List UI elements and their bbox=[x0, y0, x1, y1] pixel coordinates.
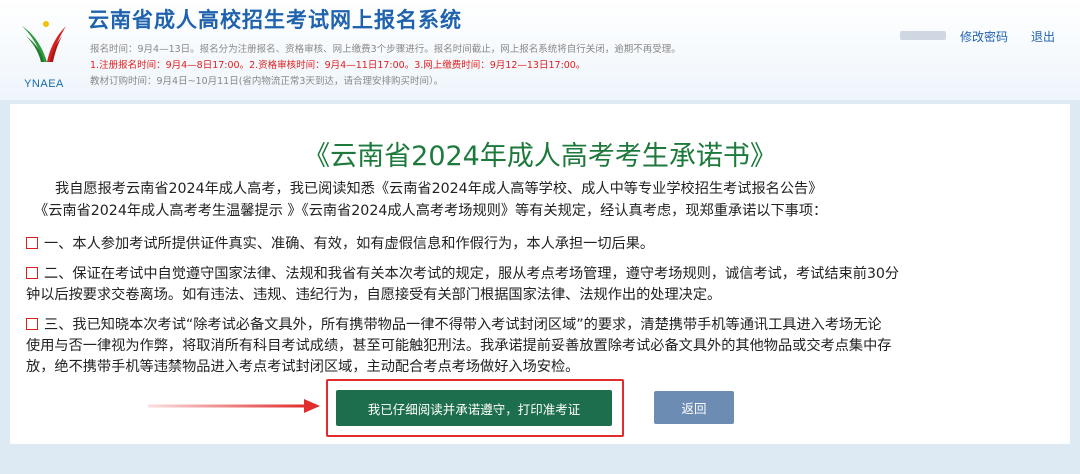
header: YNAEA 云南省成人高校招生考试网上报名系统 报名时间：9月4—13日。报名分… bbox=[0, 0, 1080, 100]
pledge-title: 《云南省2024年成人高考考生承诺书》 bbox=[303, 141, 777, 172]
pledge-item-2: 二、保证在考试中自觉遵守国家法律、法规和我省有关本次考试的规定，服从考点考场管理… bbox=[26, 264, 899, 285]
ynaea-logo: YNAEA bbox=[16, 20, 72, 98]
pledge-item-3-line-2: 使用与否一律视为作弊，将取消所有科目考试成绩，甚至可能触犯刑法。我承诺提前妥善放… bbox=[26, 338, 892, 354]
pledge-item-1: 一、本人参加考试所提供证件真实、准确、有效，如有虚假信息和作假行为，本人承担一切… bbox=[26, 234, 654, 255]
pledge-item-2-line-2: 钟以后按要求交卷离场。如有违法、违规、违纪行为，自愿接受有关部门根据国家法律、法… bbox=[26, 287, 722, 303]
notice-textbook-order: 教材订购时间：9月4日~10月11日(省内物流正常3天到达，请合理安排购买时间）… bbox=[90, 76, 444, 87]
notice-registration-period: 报名时间：9月4—13日。报名分为注册报名、资格审核、网上缴费3个步骤进行。报名… bbox=[90, 44, 681, 55]
item-1-text: 一、本人参加考试所提供证件真实、准确、有效，如有虚假信息和作假行为，本人承担一切… bbox=[44, 236, 655, 252]
notice-step-deadlines: 1.注册报名时间：9月4—8日17:00。2.资格审核时间：9月4—11日17:… bbox=[90, 60, 586, 71]
username-redacted bbox=[900, 31, 946, 40]
system-title: 云南省成人高校招生考试网上报名系统 bbox=[88, 8, 462, 32]
change-password-link[interactable]: 修改密码 bbox=[960, 28, 1008, 45]
pledge-item-3-line-3: 放，绝不携带手机等违禁物品进入考点考试封闭区域，主动配合考点考场做好入场安检。 bbox=[26, 359, 580, 375]
pledge-intro-line-2: 《云南省2024年成人高考考生温馨提示 》《云南省2024成人高考考场规则》等有… bbox=[34, 203, 828, 219]
pledge-intro-line-1: 我自愿报考云南省2024年成人高考，我已阅读知悉《云南省2024年成人高等学校、… bbox=[55, 181, 823, 197]
logout-link[interactable]: 退出 bbox=[1031, 28, 1055, 45]
logo-text: YNAEA bbox=[24, 78, 64, 90]
print-admission-ticket-button[interactable]: 我已仔细阅读并承诺遵守，打印准考证 bbox=[336, 390, 612, 426]
item-1-checkbox[interactable] bbox=[26, 237, 38, 249]
pledge-item-3: 三、我已知晓本次考试“除考试必备文具外，所有携带物品一律不得带入考试封闭区域”的… bbox=[26, 315, 882, 336]
red-arrow-annotation bbox=[148, 399, 320, 413]
item-3-text: 三、我已知晓本次考试“除考试必备文具外，所有携带物品一律不得带入考试封闭区域”的… bbox=[44, 317, 882, 333]
item-2-text: 二、保证在考试中自觉遵守国家法律、法规和我省有关本次考试的规定，服从考点考场管理… bbox=[44, 266, 900, 282]
item-3-checkbox[interactable] bbox=[26, 318, 38, 330]
item-2-checkbox[interactable] bbox=[26, 267, 38, 279]
back-button[interactable]: 返回 bbox=[654, 391, 734, 424]
